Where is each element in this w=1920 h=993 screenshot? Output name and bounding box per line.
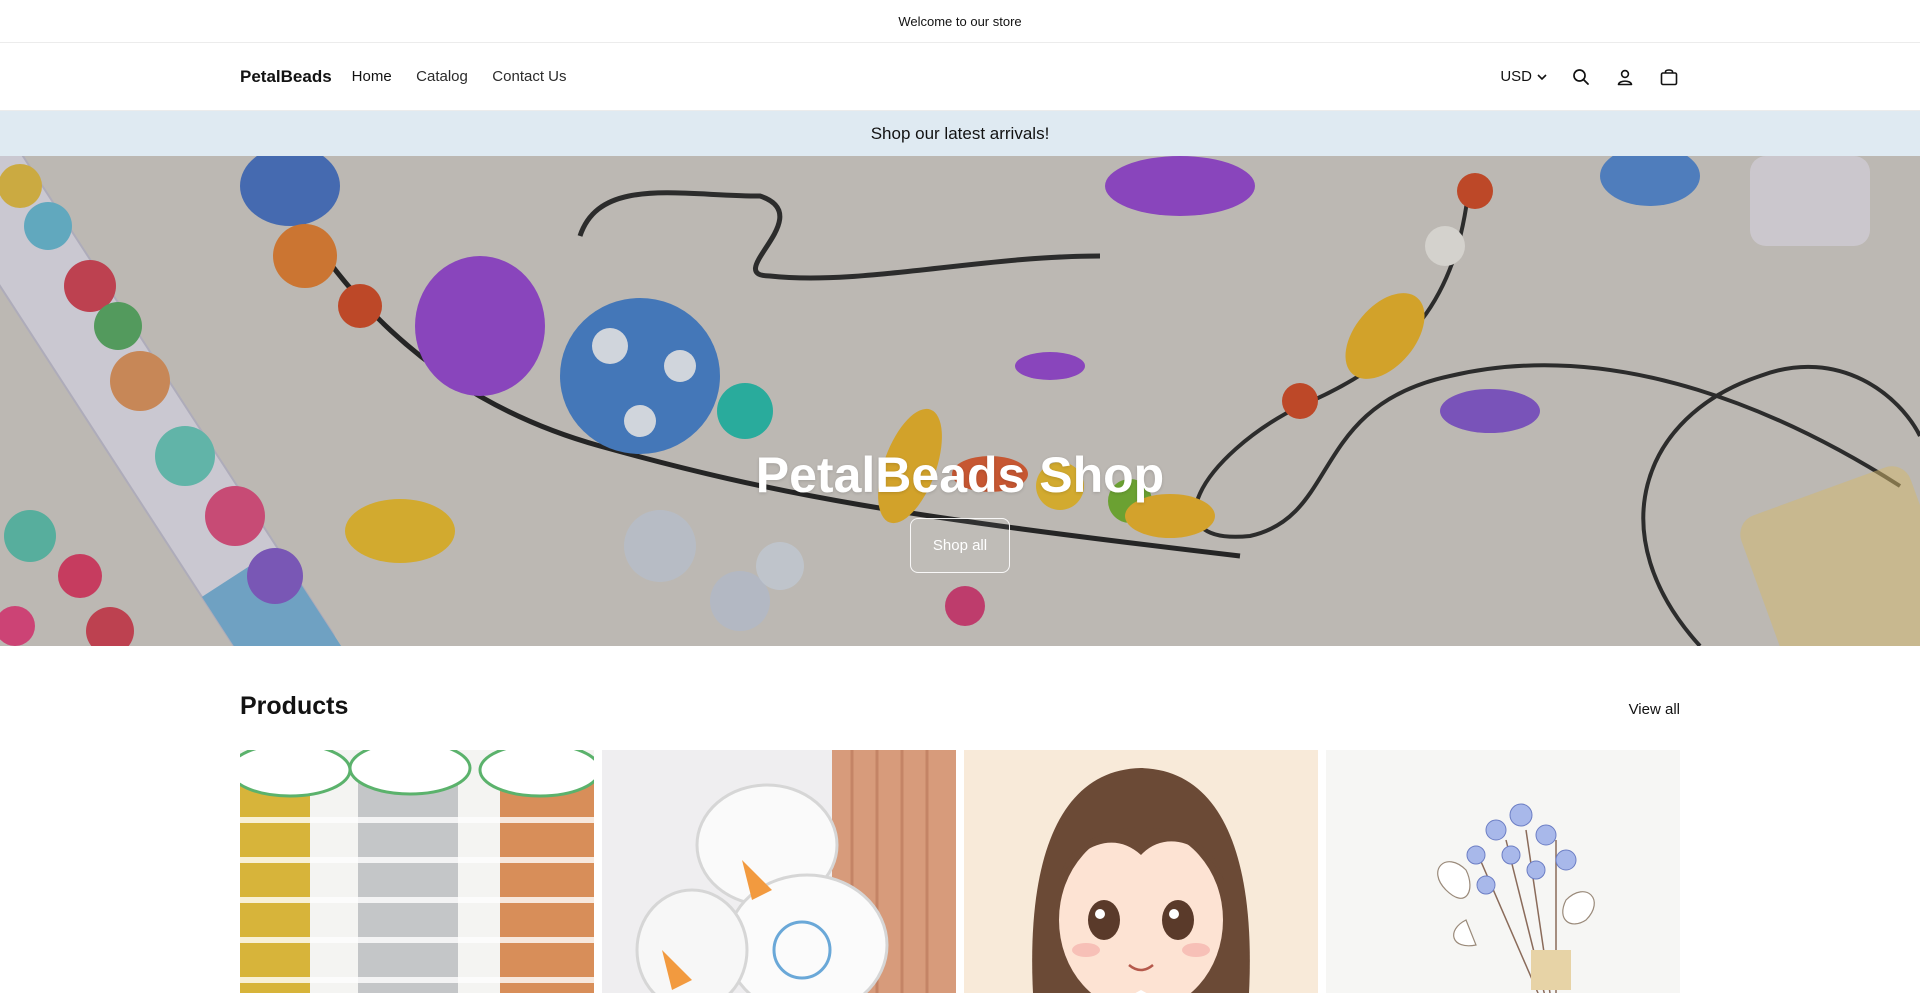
product-image-wire-spools	[240, 750, 594, 993]
chevron-down-icon	[1537, 73, 1547, 80]
currency-label: USD	[1500, 68, 1532, 85]
view-all-link[interactable]: View all	[1629, 701, 1680, 718]
promo-text: Shop our latest arrivals!	[870, 123, 1050, 143]
search-button[interactable]	[1570, 66, 1592, 88]
account-button[interactable]	[1614, 66, 1636, 88]
product-image-flower-bouquet	[1326, 750, 1680, 993]
promo-banner: Shop our latest arrivals!	[0, 111, 1920, 156]
nav-contact-us[interactable]: Contact Us	[492, 68, 566, 85]
announcement-text: Welcome to our store	[898, 13, 1022, 29]
product-image-anime-girl	[964, 750, 1318, 993]
site-header: PetalBeads Home Catalog Contact Us USD	[0, 43, 1920, 111]
search-icon	[1573, 68, 1589, 85]
product-card[interactable]	[240, 750, 594, 993]
main-nav: Home Catalog Contact Us	[352, 68, 587, 86]
hero-title: PetalBeads Shop	[755, 447, 1165, 503]
product-card[interactable]	[602, 750, 956, 993]
account-icon	[1617, 69, 1633, 85]
shop-all-button[interactable]: Shop all	[910, 518, 1010, 573]
nav-catalog[interactable]: Catalog	[416, 68, 468, 85]
nav-home[interactable]: Home	[352, 68, 392, 85]
product-grid	[240, 750, 1680, 993]
product-card[interactable]	[964, 750, 1318, 993]
hero-banner: PetalBeads Shop Shop all	[0, 156, 1920, 646]
product-card[interactable]	[1326, 750, 1680, 993]
announcement-bar: Welcome to our store	[0, 0, 1920, 43]
cart-icon	[1660, 68, 1678, 85]
products-title: Products	[240, 692, 349, 720]
currency-selector[interactable]: USD	[1500, 68, 1548, 85]
products-section: Products View all	[0, 692, 1920, 993]
store-logo[interactable]: PetalBeads	[240, 67, 332, 87]
cart-button[interactable]	[1658, 66, 1680, 88]
product-image-crystal-cord	[602, 750, 956, 993]
